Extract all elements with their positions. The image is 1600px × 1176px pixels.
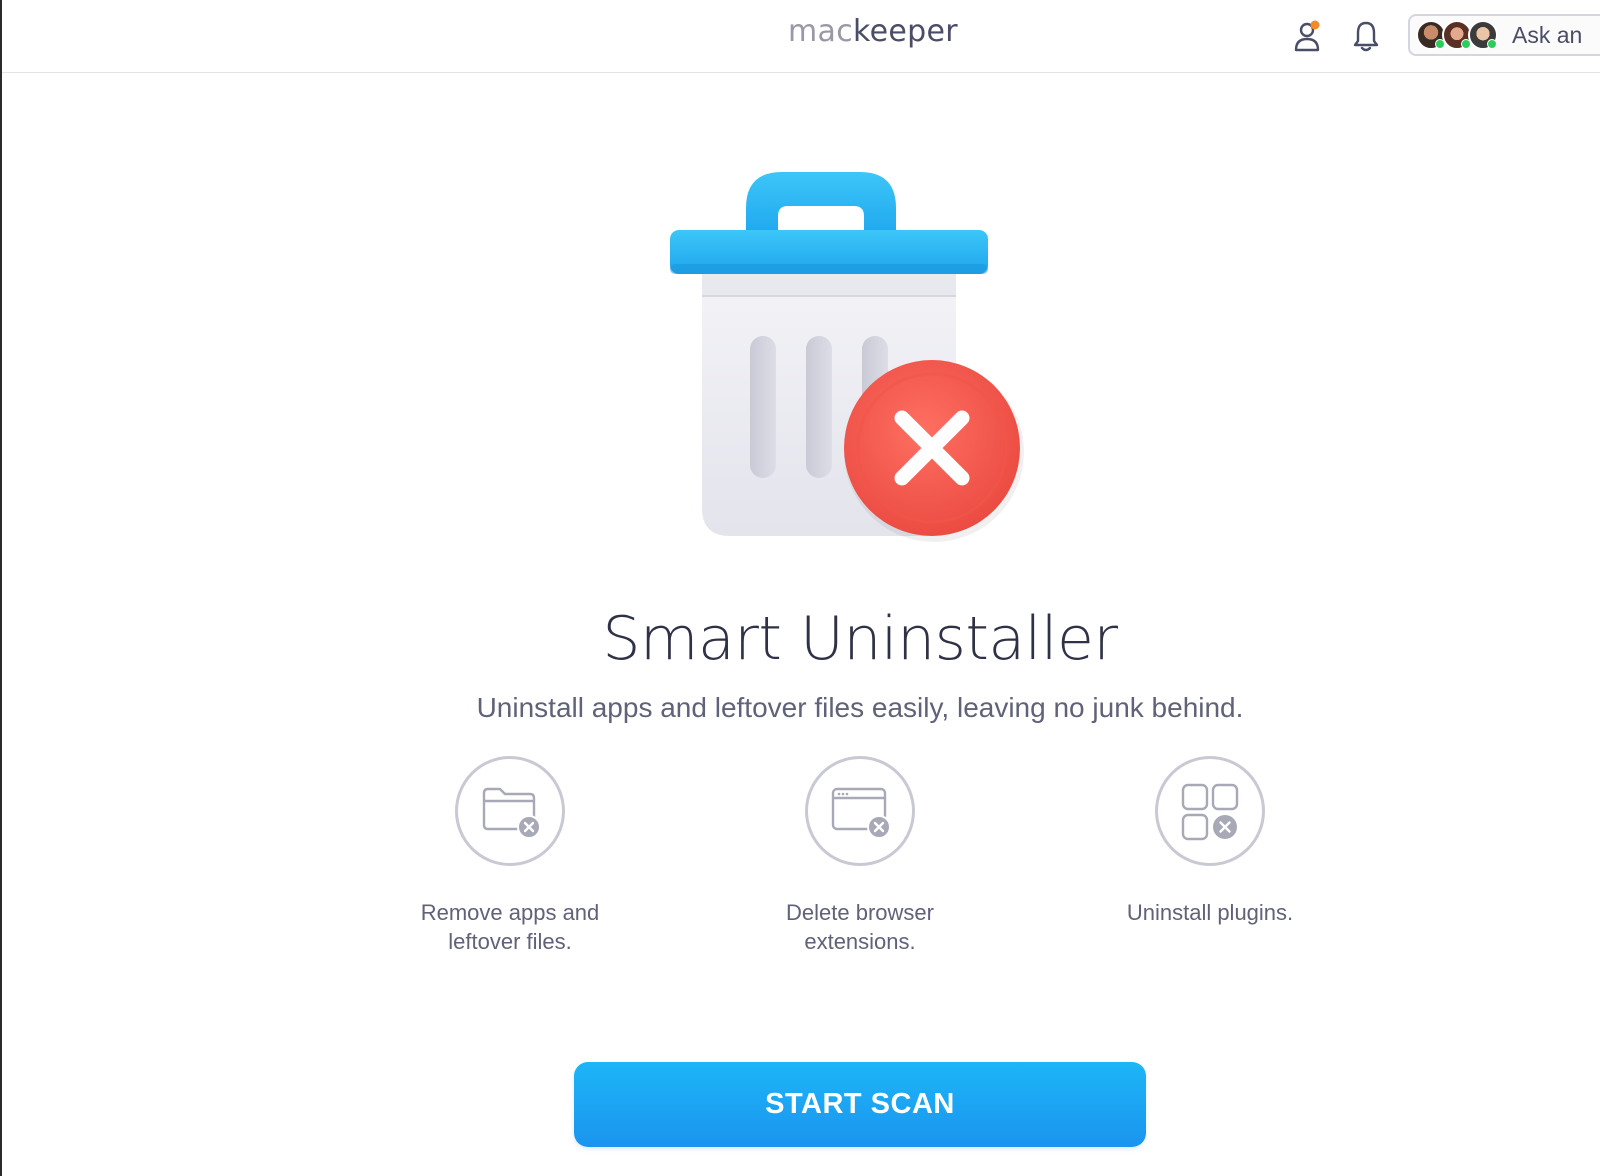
feature-label: Uninstall plugins.	[1080, 898, 1340, 927]
feature-label: Delete browser extensions.	[730, 898, 990, 956]
start-scan-button[interactable]: START SCAN	[574, 1062, 1146, 1147]
page-title: Smart Uninstaller	[602, 604, 1118, 674]
online-dot	[1487, 39, 1497, 49]
top-bar: mackeeper Ask an	[2, 0, 1600, 73]
page-subtitle: Uninstall apps and leftover files easily…	[476, 692, 1244, 723]
feature-browser-extensions: Delete browser extensions.	[730, 756, 990, 956]
ask-an-expert-label: Ask an	[1512, 21, 1583, 48]
avatar	[1468, 20, 1498, 50]
app-window: mackeeper Ask an Smart Uninstaller Unins…	[0, 0, 1600, 1176]
feature-label-line: Uninstall plugins.	[1126, 900, 1294, 925]
feature-plugins: Uninstall plugins.	[1080, 756, 1340, 927]
feature-label-line: Delete browser extensions.	[786, 900, 934, 954]
feature-label-line: leftover files.	[448, 929, 572, 954]
notifications-button[interactable]	[1346, 16, 1386, 56]
mackeeper-logo: mackeeper	[788, 14, 958, 49]
logo-text-keeper: keeper	[853, 14, 958, 49]
feature-label-line: Remove apps and	[420, 900, 600, 925]
plugins-grid-remove-icon	[1181, 783, 1239, 841]
feature-label: Remove apps and leftover files.	[380, 898, 640, 956]
bell-icon	[1353, 21, 1379, 52]
support-avatars	[1416, 20, 1498, 50]
window-edge	[0, 0, 2, 1176]
ask-an-expert-button[interactable]: Ask an	[1408, 14, 1600, 56]
profile-button[interactable]	[1289, 16, 1329, 56]
trash-can-icon	[670, 172, 1024, 542]
feature-remove-apps: Remove apps and leftover files.	[380, 756, 640, 956]
browser-window-remove-icon	[831, 787, 891, 839]
feature-icon-circle	[455, 756, 565, 866]
logo-text-mac: mac	[788, 14, 854, 49]
trash-illustration	[670, 168, 1050, 552]
user-profile-icon	[1294, 20, 1320, 52]
folder-remove-icon	[482, 787, 540, 839]
feature-icon-circle	[1155, 756, 1265, 866]
feature-icon-circle	[805, 756, 915, 866]
